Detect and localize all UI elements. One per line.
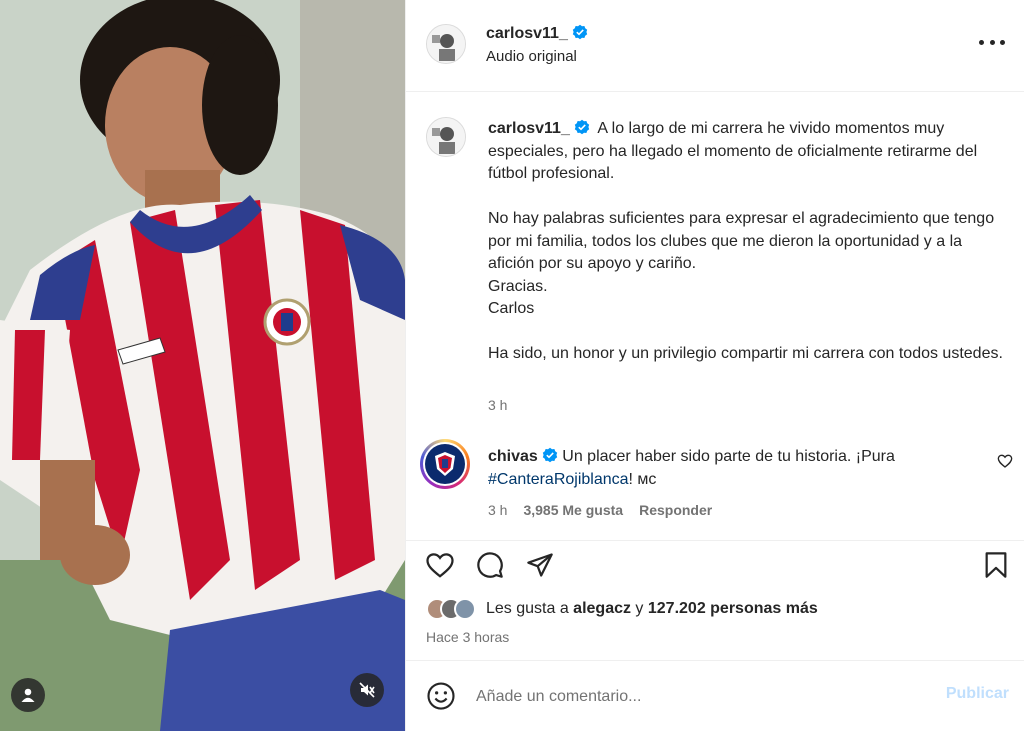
post-actions: Les gusta a alegacz y 127.202 personas m… [406, 540, 1024, 660]
likes-middle: y [630, 600, 648, 617]
story-ring[interactable] [420, 439, 470, 489]
caption-username-text[interactable]: carlosv11_ [488, 120, 570, 137]
caption-username[interactable]: carlosv11_ [488, 119, 590, 137]
publish-button[interactable]: Publicar [946, 685, 1009, 703]
more-options-button[interactable] [979, 32, 1005, 52]
add-comment-bar: Publicar [406, 660, 1024, 731]
smiley-icon [427, 682, 455, 710]
dot-icon [1000, 39, 1005, 45]
audio-muted-icon [359, 682, 375, 698]
comment-input[interactable] [476, 683, 916, 711]
comment-username-text[interactable]: chivas [488, 448, 538, 465]
liker-username[interactable]: alegacz [573, 600, 631, 617]
hashtag-link[interactable]: #CanteraRojiblanca [488, 471, 629, 488]
mute-button[interactable] [350, 673, 384, 707]
likes-summary[interactable]: Les gusta a alegacz y 127.202 personas m… [426, 598, 818, 620]
comment-button[interactable] [474, 549, 506, 581]
chivas-crest-icon [435, 452, 455, 476]
tagged-users-button[interactable] [11, 678, 45, 712]
avatar-photo-icon [427, 118, 465, 156]
post-timestamp[interactable]: Hace 3 horas [426, 629, 509, 645]
verified-badge-icon [574, 119, 590, 135]
like-button[interactable] [424, 549, 456, 581]
paper-plane-icon [527, 553, 553, 577]
comment-meta: 3 h 3,985 Me gusta Responder [488, 502, 712, 518]
caption-line-4: Carlos [488, 300, 535, 317]
caption-line-3: Gracias. [488, 277, 548, 295]
comment-body-start: Un placer haber sido parte de tu histori… [562, 448, 895, 465]
author-username-text[interactable]: carlosv11_ [486, 25, 568, 42]
comment-like-button[interactable] [997, 453, 1013, 474]
comment-likes[interactable]: 3,985 Me gusta [523, 502, 623, 518]
audio-label[interactable]: Audio original [486, 48, 577, 65]
comment-text: chivas Un placer haber sido parte de tu … [488, 445, 968, 491]
comment-username[interactable]: chivas [488, 447, 558, 465]
comment-body-end: ! мс [628, 471, 657, 488]
caption-paragraph-2: No hay palabras suficientes para expresa… [488, 210, 995, 272]
post-dialog: carlosv11_ Audio original carlosv11_ A l… [0, 0, 1024, 731]
dot-icon [979, 39, 984, 45]
likes-prefix: Les gusta a [486, 600, 574, 617]
share-button[interactable] [524, 549, 556, 581]
player-photo [0, 0, 405, 731]
likes-count[interactable]: 127.202 personas más [648, 600, 818, 617]
author-avatar[interactable] [426, 24, 466, 64]
heart-outline-icon [997, 454, 1013, 468]
comment-time[interactable]: 3 h [488, 502, 507, 518]
comment-bubble-icon [477, 552, 503, 578]
caption-avatar[interactable] [426, 117, 466, 157]
post-media[interactable] [0, 0, 405, 731]
caption-time[interactable]: 3 h [488, 397, 507, 413]
likes-text: Les gusta a alegacz y 127.202 personas m… [486, 600, 818, 618]
post-sidebar: carlosv11_ Audio original carlosv11_ A l… [405, 0, 1024, 731]
user-icon [21, 688, 35, 702]
chivas-avatar [425, 444, 465, 484]
author-username[interactable]: carlosv11_ [486, 24, 588, 43]
liker-avatar [454, 598, 476, 620]
verified-badge-icon [572, 24, 588, 40]
verified-badge-icon [542, 447, 558, 463]
caption-text: carlosv11_ A lo largo de mi carrera he v… [488, 118, 1008, 366]
heart-outline-icon [426, 553, 454, 578]
caption-paragraph-5: Ha sido, un honor y un privilegio compar… [488, 345, 1003, 362]
bookmark-icon [985, 552, 1007, 578]
post-header: carlosv11_ Audio original [406, 0, 1024, 92]
avatar-photo-icon [427, 25, 465, 63]
save-button[interactable] [980, 549, 1012, 581]
emoji-button[interactable] [426, 681, 456, 711]
reply-button[interactable]: Responder [639, 502, 712, 518]
dot-icon [989, 39, 995, 45]
